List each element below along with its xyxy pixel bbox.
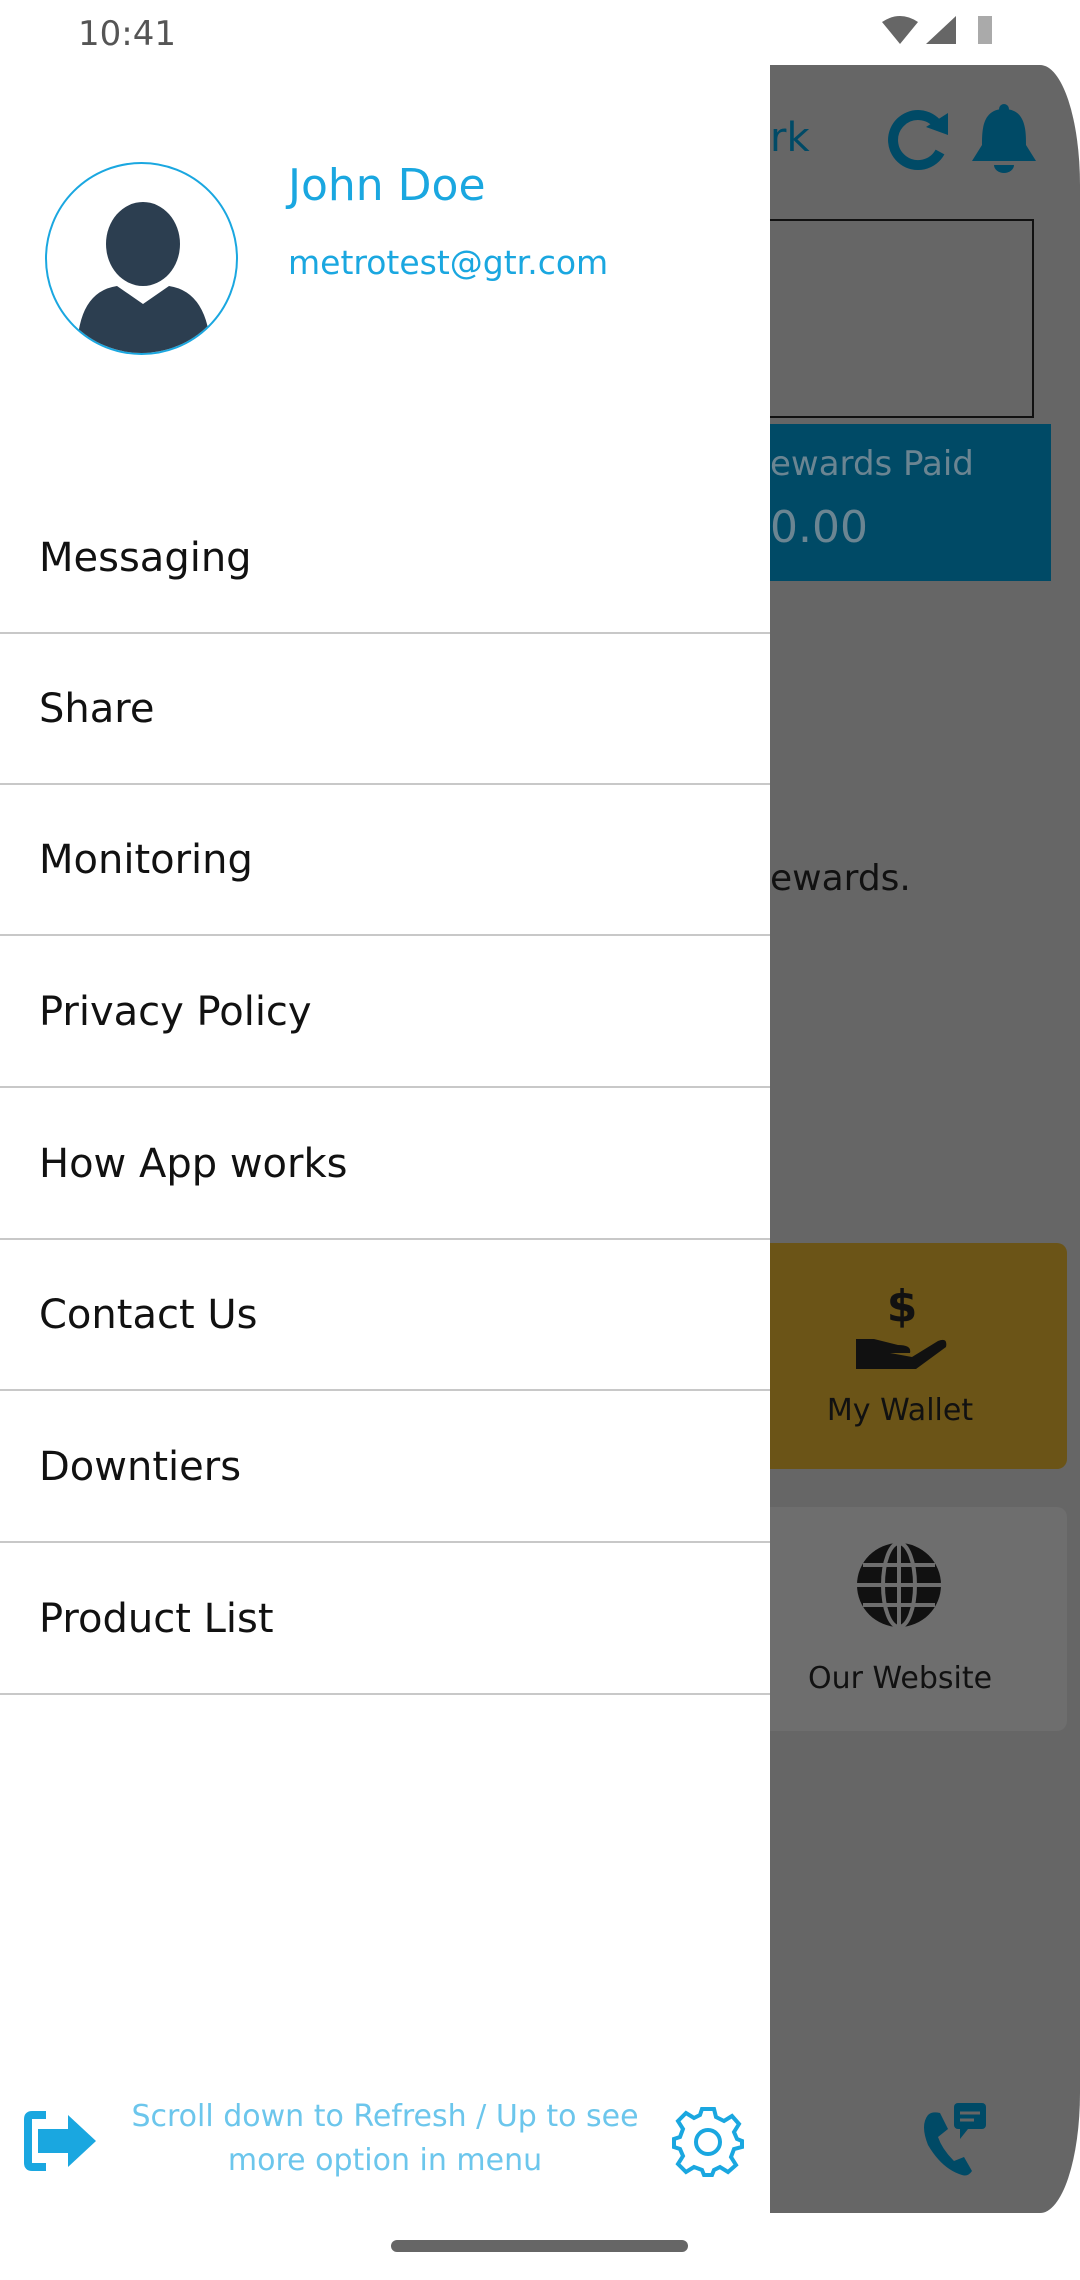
my-wallet-card[interactable]: $ My Wallet [740,1243,1067,1469]
our-website-card[interactable]: Our Website [740,1507,1067,1731]
status-bar: 10:41 [0,0,1080,65]
menu-item-label: Contact Us [39,1291,258,1338]
menu-item-label: Messaging [39,534,252,581]
user-name: John Doe [288,160,486,211]
menu-item-product-list[interactable]: Product List [0,1544,770,1695]
status-time: 10:41 [78,14,176,54]
rewards-paid-value: 0.00 [770,502,868,553]
refresh-icon[interactable] [886,107,952,173]
our-website-label: Our Website [807,1661,993,1696]
menu-item-messaging[interactable]: Messaging [0,483,770,634]
call-support-icon[interactable] [918,2101,994,2177]
logout-icon[interactable] [24,2111,98,2171]
menu-item-label: How App works [39,1140,348,1187]
app-title-fragment: rk [770,115,810,161]
battery-icon [978,16,992,44]
refresh-hint: Scroll down to Refresh / Up to see more … [105,2095,665,2183]
menu-item-how-app-works[interactable]: How App works [0,1089,770,1240]
svg-text:$: $ [887,1281,918,1332]
avatar[interactable] [45,162,238,355]
rewards-paid-card: ewards Paid 0.00 [760,424,1051,581]
menu-item-monitoring[interactable]: Monitoring [0,785,770,936]
navigation-drawer: John Doe metrotest@gtr.com Messaging Sha… [0,65,770,2213]
menu-item-share[interactable]: Share [0,634,770,785]
signal-icon [926,16,956,44]
menu-item-label: Monitoring [39,836,253,883]
settings-gear-icon[interactable] [672,2105,744,2177]
banner-box [760,219,1034,418]
rewards-paid-label: ewards Paid [770,444,974,484]
bell-icon[interactable] [970,103,1038,179]
rewards-text-fragment: ewards. [770,858,911,899]
wallet-hand-dollar-icon: $ [856,1281,947,1369]
status-icons [882,16,992,44]
globe-icon [857,1541,941,1629]
my-wallet-label: My Wallet [826,1393,974,1428]
menu-item-label: Product List [39,1595,274,1642]
menu-item-label: Downtiers [39,1443,242,1490]
user-avatar-icon [77,202,211,353]
menu-item-label: Share [39,685,155,732]
wifi-icon [882,16,918,44]
menu-item-label: Privacy Policy [39,988,312,1035]
refresh-hint-line2: more option in menu [227,2143,543,2178]
refresh-hint-line1: Scroll down to Refresh / Up to see [131,2099,639,2134]
user-email: metrotest@gtr.com [288,243,609,282]
menu-item-contact-us[interactable]: Contact Us [0,1240,770,1391]
menu-item-downtiers[interactable]: Downtiers [0,1392,770,1543]
home-indicator[interactable] [391,2240,688,2252]
menu-item-privacy-policy[interactable]: Privacy Policy [0,937,770,1088]
